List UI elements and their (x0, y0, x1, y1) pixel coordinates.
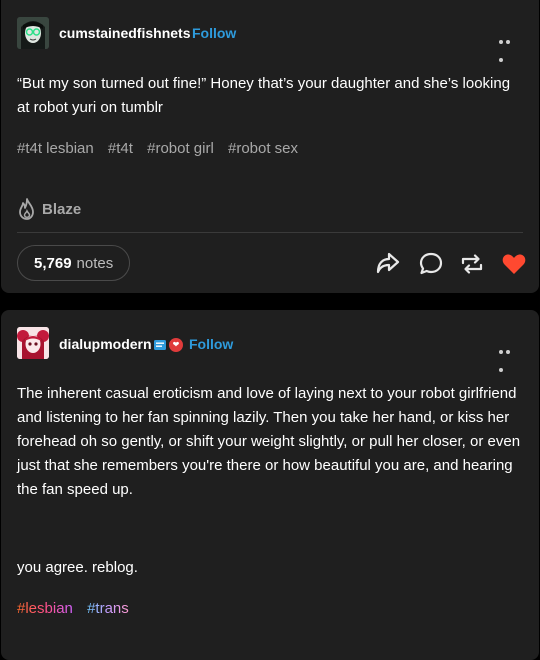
badge-icon (154, 340, 166, 350)
divider (17, 232, 523, 233)
tag[interactable]: #t4t lesbian (17, 140, 94, 157)
tag-list: #lesbian #trans (17, 600, 139, 617)
avatar[interactable] (17, 327, 49, 359)
post-header: dialupmodern ❤ Follow (1, 310, 539, 374)
post-header: cumstainedfishnets Follow (1, 0, 539, 64)
blaze-label: Blaze (42, 200, 82, 218)
reblog-icon[interactable] (459, 251, 485, 277)
username[interactable]: cumstainedfishnets (59, 25, 190, 41)
follow-button[interactable]: Follow (192, 25, 236, 41)
tag[interactable]: #robot girl (147, 140, 214, 157)
follow-button[interactable]: Follow (189, 336, 233, 352)
reply-icon[interactable] (418, 251, 444, 277)
post-text: The inherent casual eroticism and love o… (17, 385, 521, 498)
blaze-button[interactable]: Blaze (17, 198, 81, 220)
heart-badge-icon: ❤ (169, 338, 183, 352)
share-icon[interactable] (375, 250, 401, 276)
post-card: cumstainedfishnets Follow “But my son tu… (1, 0, 539, 293)
notes-count: 5,769 (34, 254, 72, 272)
avatar-image (17, 327, 49, 359)
more-dots-icon[interactable] (499, 31, 519, 62)
avatar-image (17, 17, 49, 49)
heart-icon[interactable] (501, 251, 527, 277)
tag[interactable]: #robot sex (228, 140, 298, 157)
avatar[interactable] (17, 17, 49, 49)
tag[interactable]: #trans (87, 600, 129, 617)
notes-label: notes (76, 254, 114, 272)
notes-button[interactable]: 5,769 notes (17, 245, 131, 281)
tag[interactable]: #t4t (108, 140, 133, 157)
post-text-secondary: you agree. reblog. (17, 559, 138, 576)
username[interactable]: dialupmodern (59, 336, 152, 352)
flame-icon (19, 198, 34, 220)
more-dots-icon[interactable] (499, 341, 519, 372)
tag[interactable]: #lesbian (17, 600, 73, 617)
tag-list: #t4t lesbian #t4t #robot girl #robot sex (17, 140, 308, 157)
post-card: dialupmodern ❤ Follow The inherent casua… (1, 310, 539, 660)
post-text: “But my son turned out fine!” Honey that… (17, 75, 511, 116)
